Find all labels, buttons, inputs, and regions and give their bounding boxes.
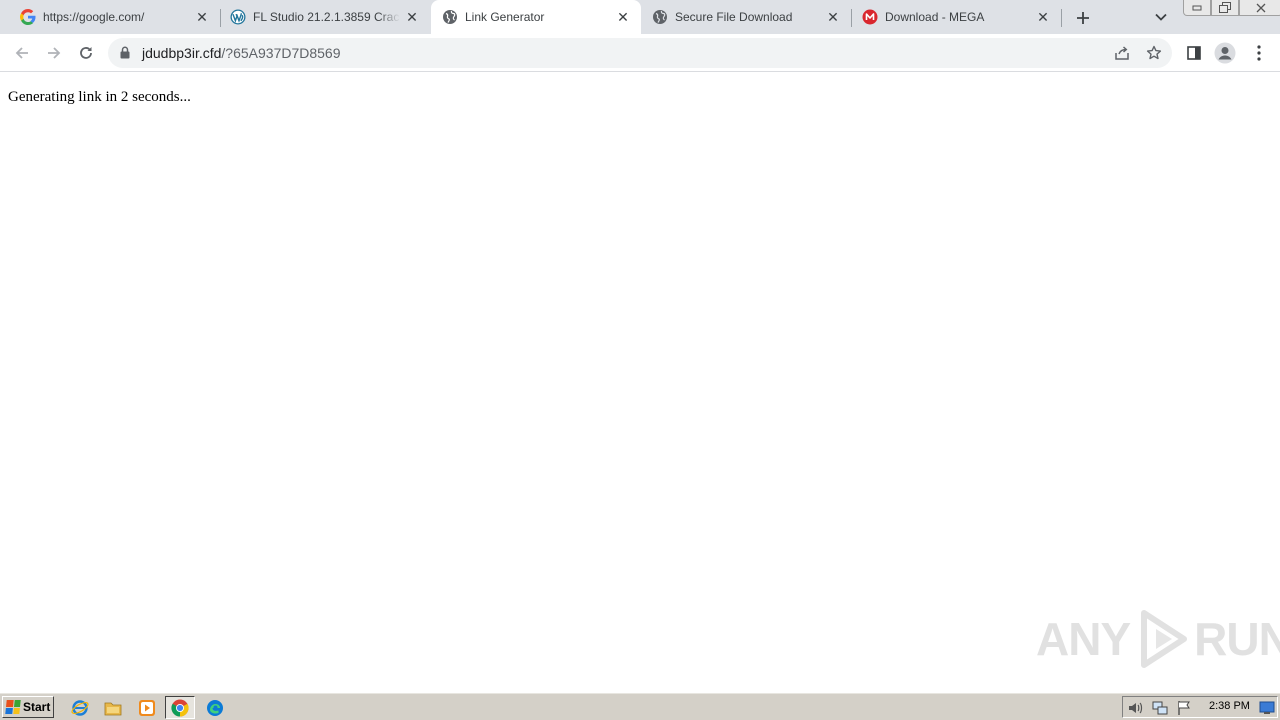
arrow-right-icon bbox=[48, 47, 61, 59]
address-bar[interactable]: jdudbp3ir.cfd/?65A937D7D8569 bbox=[108, 38, 1172, 68]
page-content: Generating link in 2 seconds... ANY RUN bbox=[0, 72, 1280, 692]
tab-separator bbox=[1061, 9, 1062, 27]
globe-icon bbox=[652, 9, 668, 25]
profile-button[interactable] bbox=[1214, 42, 1236, 64]
chevron-down-icon bbox=[1155, 13, 1167, 21]
tab-strip: https://google.com/ ✕ FL Studio 21.2.1.3… bbox=[0, 0, 1280, 34]
volume-icon[interactable] bbox=[1128, 700, 1144, 716]
plus-icon bbox=[1077, 12, 1089, 24]
back-button[interactable] bbox=[8, 39, 36, 67]
side-panel-icon bbox=[1187, 46, 1201, 60]
close-icon bbox=[1256, 3, 1266, 12]
tab-title: FL Studio 21.2.1.3859 Crack With Keygen bbox=[253, 10, 400, 24]
edge-icon[interactable] bbox=[205, 698, 225, 718]
bookmark-star-icon[interactable] bbox=[1145, 44, 1163, 62]
url-path: /?65A937D7D8569 bbox=[221, 45, 341, 61]
url-text[interactable]: jdudbp3ir.cfd/?65A937D7D8569 bbox=[142, 45, 341, 61]
tab-fl-studio[interactable]: FL Studio 21.2.1.3859 Crack With Keygen … bbox=[220, 0, 430, 34]
restore-icon bbox=[1219, 2, 1231, 13]
tab-google[interactable]: https://google.com/ ✕ bbox=[0, 0, 220, 34]
tab-title: Link Generator bbox=[465, 10, 545, 24]
taskbar: Start 2:38 PM bbox=[0, 692, 1280, 720]
show-desktop-icon[interactable] bbox=[1259, 700, 1275, 716]
kebab-menu-icon bbox=[1257, 45, 1261, 61]
minimize-button[interactable] bbox=[1183, 0, 1211, 16]
close-tab-icon[interactable]: ✕ bbox=[194, 9, 210, 25]
action-center-flag-icon[interactable] bbox=[1176, 700, 1192, 716]
file-explorer-icon[interactable] bbox=[103, 698, 123, 718]
network-icon[interactable] bbox=[1152, 700, 1168, 716]
watermark-left-text: ANY bbox=[1036, 613, 1131, 665]
browser-toolbar: jdudbp3ir.cfd/?65A937D7D8569 bbox=[0, 34, 1280, 72]
windows-logo-icon bbox=[5, 700, 21, 714]
lock-icon[interactable] bbox=[120, 46, 130, 64]
internet-explorer-icon[interactable] bbox=[70, 698, 90, 718]
system-tray: 2:38 PM bbox=[1122, 696, 1278, 718]
close-tab-icon[interactable]: ✕ bbox=[825, 9, 841, 25]
browser-menu-button[interactable] bbox=[1248, 42, 1270, 64]
reload-icon bbox=[80, 47, 92, 59]
play-logo-icon bbox=[1141, 610, 1188, 668]
arrow-left-icon bbox=[15, 47, 28, 59]
watermark-right-text: RUN bbox=[1194, 613, 1280, 665]
chrome-icon bbox=[171, 699, 189, 717]
forward-button[interactable] bbox=[40, 39, 68, 67]
side-panel-button[interactable] bbox=[1183, 42, 1205, 64]
chrome-taskbar-button[interactable] bbox=[165, 696, 195, 719]
minimize-icon bbox=[1192, 5, 1202, 10]
mega-icon bbox=[862, 9, 878, 25]
tab-search-button[interactable] bbox=[1151, 8, 1171, 26]
restore-button[interactable] bbox=[1211, 0, 1239, 16]
url-host: jdudbp3ir.cfd bbox=[142, 45, 222, 61]
reload-button[interactable] bbox=[72, 39, 100, 67]
new-tab-button[interactable] bbox=[1072, 7, 1094, 29]
tab-secure-file-download[interactable]: Secure File Download ✕ bbox=[641, 0, 851, 34]
avatar-icon bbox=[1214, 42, 1236, 64]
window-controls bbox=[1183, 0, 1280, 17]
close-window-button[interactable] bbox=[1239, 0, 1280, 16]
tab-link-generator[interactable]: Link Generator ✕ bbox=[431, 0, 641, 34]
tab-title: Secure File Download bbox=[675, 10, 793, 24]
start-button[interactable]: Start bbox=[2, 696, 54, 718]
tab-mega-download[interactable]: Download - MEGA ✕ bbox=[851, 0, 1061, 34]
start-label: Start bbox=[23, 700, 51, 714]
media-player-icon[interactable] bbox=[137, 698, 157, 718]
anyrun-watermark: ANY RUN bbox=[1036, 609, 1280, 669]
close-tab-icon[interactable]: ✕ bbox=[615, 9, 631, 25]
share-icon[interactable] bbox=[1113, 44, 1131, 62]
globe-icon bbox=[442, 9, 458, 25]
tab-title: https://google.com/ bbox=[43, 10, 145, 24]
close-tab-icon[interactable]: ✕ bbox=[404, 9, 420, 25]
generating-link-message: Generating link in 2 seconds... bbox=[8, 89, 191, 105]
google-g-icon bbox=[20, 9, 36, 25]
wordpress-icon bbox=[230, 9, 246, 25]
close-tab-icon[interactable]: ✕ bbox=[1035, 9, 1051, 25]
taskbar-clock[interactable]: 2:38 PM bbox=[1209, 700, 1250, 712]
tab-title: Download - MEGA bbox=[885, 10, 985, 24]
